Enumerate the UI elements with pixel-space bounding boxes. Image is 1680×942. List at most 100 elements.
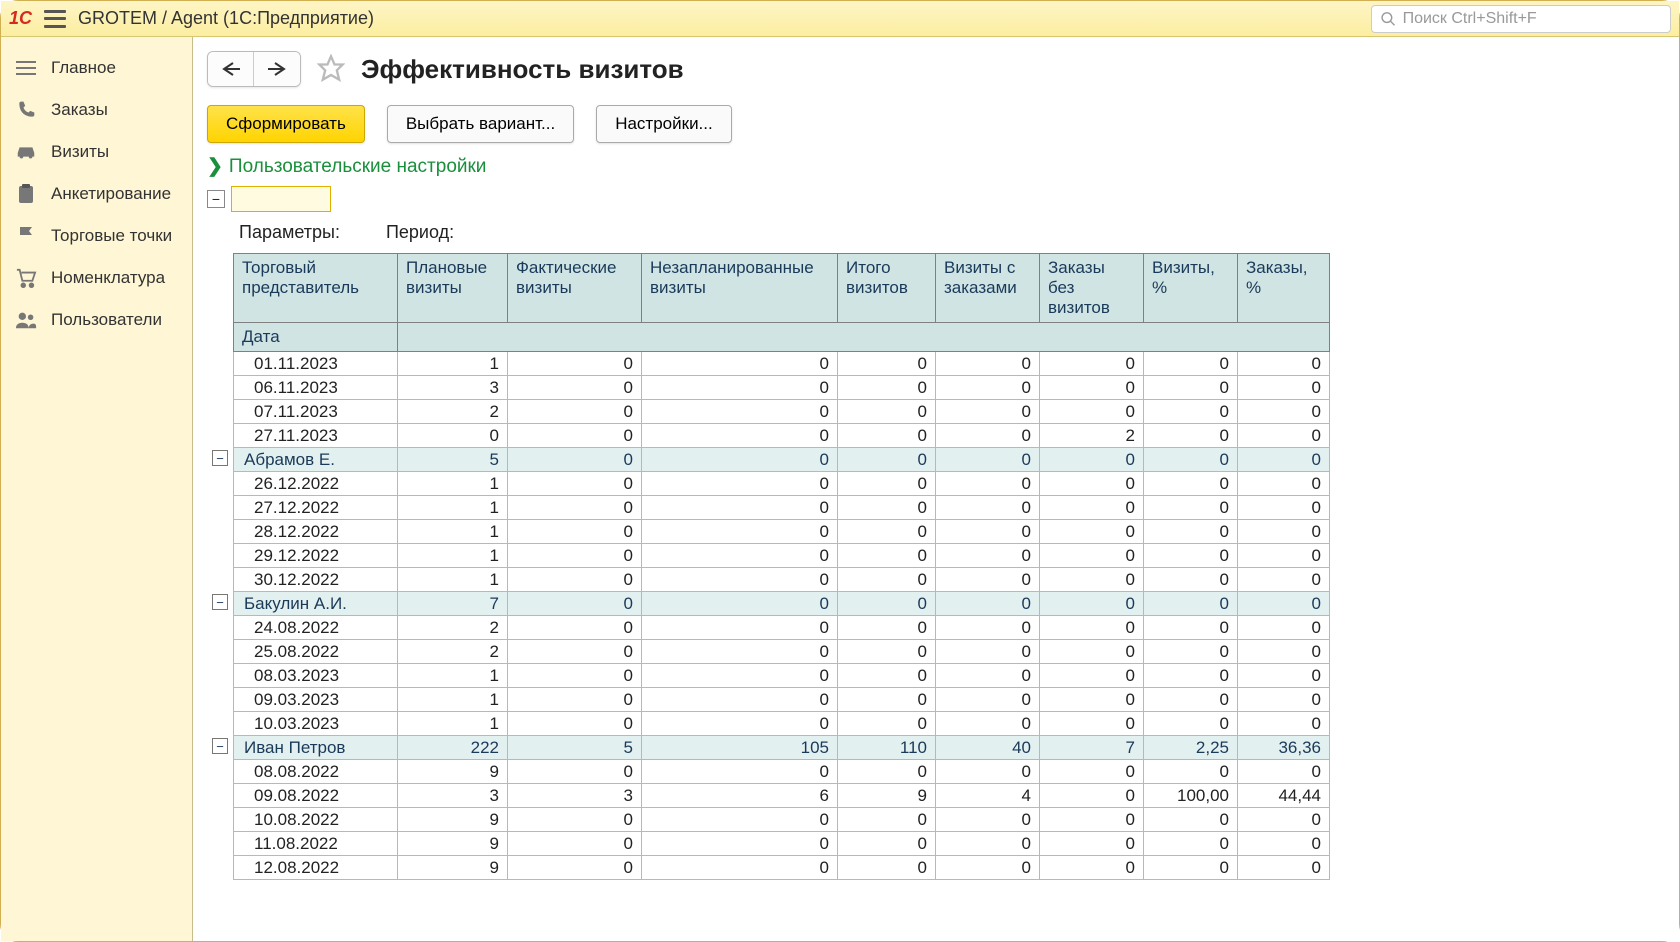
group-label[interactable]: −Иван Петров (234, 736, 398, 760)
group-label[interactable]: −Абрамов Е. (234, 448, 398, 472)
table-row[interactable]: 06.11.202330000000 (234, 376, 1330, 400)
th-vorders[interactable]: Визиты с заказами (936, 254, 1040, 323)
value-cell: 0 (1040, 520, 1144, 544)
value-cell: 0 (1144, 568, 1238, 592)
value-cell: 0 (936, 496, 1040, 520)
th-unplan[interactable]: Незапланированные визиты (642, 254, 838, 323)
date-cell[interactable]: 09.08.2022 (234, 784, 398, 808)
params-input[interactable] (231, 186, 331, 212)
value-cell: 0 (838, 808, 936, 832)
value-cell: 0 (398, 424, 508, 448)
value-cell: 0 (508, 520, 642, 544)
favorite-star-icon[interactable] (317, 54, 345, 85)
table-row[interactable]: 08.03.202310000000 (234, 664, 1330, 688)
table-row[interactable]: 12.08.202290000000 (234, 856, 1330, 880)
value-cell: 0 (1040, 784, 1144, 808)
sidebar-item-orders[interactable]: Заказы (1, 89, 192, 131)
value-cell: 0 (508, 352, 642, 376)
date-cell[interactable]: 26.12.2022 (234, 472, 398, 496)
th-date[interactable]: Дата (234, 323, 398, 352)
collapse-toggle[interactable]: − (207, 190, 225, 208)
date-cell[interactable]: 27.11.2023 (234, 424, 398, 448)
value-cell: 0 (1144, 856, 1238, 880)
collapse-toggle[interactable]: − (212, 450, 228, 466)
date-cell[interactable]: 29.12.2022 (234, 544, 398, 568)
date-cell[interactable]: 08.03.2023 (234, 664, 398, 688)
date-cell[interactable]: 28.12.2022 (234, 520, 398, 544)
date-cell[interactable]: 07.11.2023 (234, 400, 398, 424)
table-row[interactable]: 29.12.202210000000 (234, 544, 1330, 568)
table-row[interactable]: 09.03.202310000000 (234, 688, 1330, 712)
date-cell[interactable]: 09.03.2023 (234, 688, 398, 712)
collapse-toggle[interactable]: − (212, 738, 228, 754)
date-cell[interactable]: 10.08.2022 (234, 808, 398, 832)
date-cell[interactable]: 30.12.2022 (234, 568, 398, 592)
date-cell[interactable]: 24.08.2022 (234, 616, 398, 640)
th-plan[interactable]: Плановые визиты (398, 254, 508, 323)
date-cell[interactable]: 25.08.2022 (234, 640, 398, 664)
sidebar-item-points[interactable]: Торговые точки (1, 215, 192, 257)
value-cell: 0 (838, 760, 936, 784)
table-row[interactable]: 01.11.202310000000 (234, 352, 1330, 376)
collapse-toggle[interactable]: − (212, 594, 228, 610)
value-cell: 0 (642, 496, 838, 520)
date-cell[interactable]: 12.08.2022 (234, 856, 398, 880)
table-row[interactable]: 10.08.202290000000 (234, 808, 1330, 832)
th-fact[interactable]: Фактические визиты (508, 254, 642, 323)
th-onovisit[interactable]: Заказы без визитов (1040, 254, 1144, 323)
table-row[interactable]: 28.12.202210000000 (234, 520, 1330, 544)
table-row[interactable]: 10.03.202310000000 (234, 712, 1330, 736)
table-row[interactable]: 25.08.202220000000 (234, 640, 1330, 664)
date-cell[interactable]: 11.08.2022 (234, 832, 398, 856)
search-box[interactable] (1371, 5, 1671, 33)
value-cell: 0 (1040, 400, 1144, 424)
th-rep[interactable]: Торговый представитель (234, 254, 398, 323)
table-row[interactable]: 27.12.202210000000 (234, 496, 1330, 520)
search-input[interactable] (1403, 10, 1662, 28)
value-cell: 0 (936, 448, 1040, 472)
table-row[interactable]: 30.12.202210000000 (234, 568, 1330, 592)
date-cell[interactable]: 06.11.2023 (234, 376, 398, 400)
value-cell: 0 (1144, 544, 1238, 568)
value-cell: 0 (1144, 472, 1238, 496)
sidebar-item-survey[interactable]: Анкетирование (1, 173, 192, 215)
settings-button[interactable]: Настройки... (596, 105, 732, 143)
table-row[interactable]: 09.08.2022336940100,0044,44 (234, 784, 1330, 808)
sidebar-item-users[interactable]: Пользователи (1, 299, 192, 341)
sidebar-item-visits[interactable]: Визиты (1, 131, 192, 173)
value-cell: 0 (1144, 688, 1238, 712)
sidebar-item-nomenclature[interactable]: Номенклатура (1, 257, 192, 299)
value-cell: 0 (1238, 592, 1330, 616)
value-cell: 222 (398, 736, 508, 760)
date-cell[interactable]: 27.12.2022 (234, 496, 398, 520)
table-row[interactable]: 08.08.202290000000 (234, 760, 1330, 784)
back-button[interactable] (208, 52, 254, 86)
user-settings-toggle[interactable]: ❯ Пользовательские настройки (207, 155, 1669, 178)
value-cell: 0 (838, 520, 936, 544)
menu-icon[interactable] (44, 10, 66, 28)
th-total[interactable]: Итого визитов (838, 254, 936, 323)
forward-button[interactable] (254, 52, 300, 86)
th-opct[interactable]: Заказы, % (1238, 254, 1330, 323)
table-row[interactable]: 27.11.202300000200 (234, 424, 1330, 448)
value-cell: 0 (1238, 448, 1330, 472)
sidebar-item-main[interactable]: Главное (1, 47, 192, 89)
table-row[interactable]: 26.12.202210000000 (234, 472, 1330, 496)
date-cell[interactable]: 10.03.2023 (234, 712, 398, 736)
choose-variant-button[interactable]: Выбрать вариант... (387, 105, 574, 143)
date-cell[interactable]: 01.11.2023 (234, 352, 398, 376)
table-row[interactable]: 07.11.202320000000 (234, 400, 1330, 424)
value-cell: 0 (642, 592, 838, 616)
value-cell: 0 (936, 376, 1040, 400)
value-cell: 0 (936, 688, 1040, 712)
th-vpct[interactable]: Визиты, % (1144, 254, 1238, 323)
table-row[interactable]: −Абрамов Е.50000000 (234, 448, 1330, 472)
table-row[interactable]: −Иван Петров22251051104072,2536,36 (234, 736, 1330, 760)
date-cell[interactable]: 08.08.2022 (234, 760, 398, 784)
table-row[interactable]: 11.08.202290000000 (234, 832, 1330, 856)
generate-button[interactable]: Сформировать (207, 105, 365, 143)
value-cell: 1 (398, 520, 508, 544)
table-row[interactable]: 24.08.202220000000 (234, 616, 1330, 640)
table-row[interactable]: −Бакулин А.И.70000000 (234, 592, 1330, 616)
group-label[interactable]: −Бакулин А.И. (234, 592, 398, 616)
